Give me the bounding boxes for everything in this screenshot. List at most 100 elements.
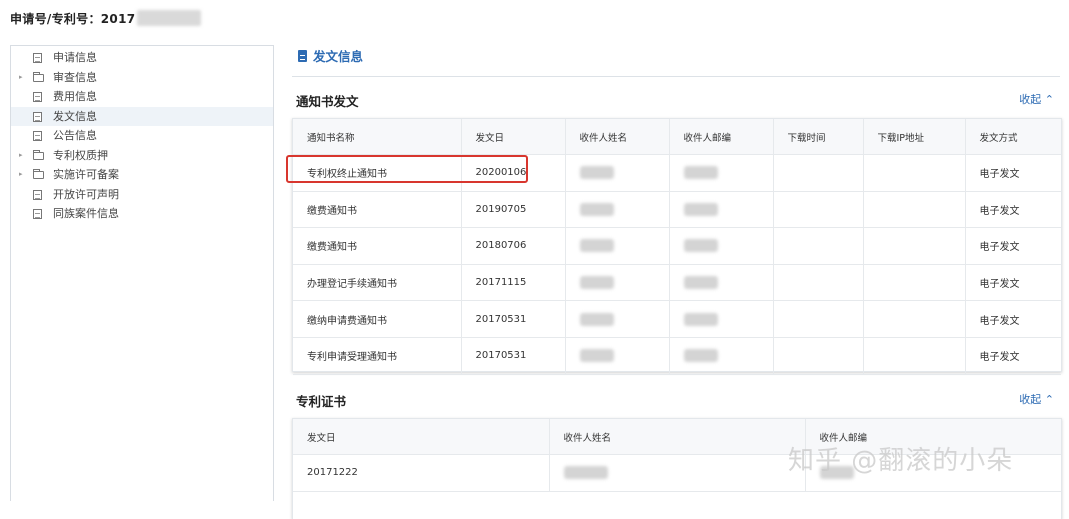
notice-date: 20170531 [461,300,566,338]
download-ip-cell [863,264,966,302]
recipient-zip-cell [669,191,774,229]
download-ip-cell [863,154,966,192]
recipient-zip-cell [669,264,774,302]
expand-caret-icon[interactable]: ▸ [19,146,23,166]
sidebar-item-fee-info[interactable]: 费用信息 [11,87,273,107]
dispatch-method: 电子发文 [965,264,1061,302]
table-row: 缴费通知书 20180706 电子发文 [293,227,1061,265]
document-icon [33,53,42,63]
notice-name[interactable]: 缴纳申请费通知书 [293,300,462,338]
expand-caret-icon[interactable]: ▸ [19,68,23,88]
notice-name[interactable]: 缴费通知书 [293,191,462,229]
recipient-zip-cell [669,300,774,338]
expand-caret-icon[interactable]: ▸ [19,165,23,185]
recipient-name-cell [565,154,670,192]
recipient-name-cell [565,264,670,302]
document-icon [33,92,42,102]
notice-date: 20170531 [461,337,566,375]
table-row: 专利权终止通知书 20200106 电子发文 [293,154,1061,192]
sidebar-item-patent-pledge[interactable]: ▸ 专利权质押 [11,146,273,166]
folder-icon [33,169,44,179]
sidebar-item-dispatch-info[interactable]: 发文信息 [11,106,273,126]
download-time-cell [773,191,864,229]
sidebar-item-announcement-info[interactable]: 公告信息 [11,126,273,146]
sidebar-item-label: 同族案件信息 [53,207,119,220]
column-header: 下载IP地址 [863,119,966,155]
redacted-zip [683,276,718,290]
document-icon [298,49,307,62]
column-header: 下载时间 [773,119,864,155]
sidebar-item-label: 开放许可声明 [53,187,119,201]
document-icon [33,131,42,141]
redacted-name [579,349,614,363]
table-row: 缴纳申请费通知书 20170531 电子发文 [293,300,1061,338]
sidebar-item-examination-info[interactable]: ▸ 审查信息 [11,68,273,88]
notices-table-card: 通知书名称 发文日 收件人姓名 收件人邮编 下载时间 下载IP地址 发文方式 专… [292,118,1062,375]
certificate-collapse-button[interactable]: 收起 ⌃ [1019,391,1054,407]
column-header: 通知书名称 [293,119,462,155]
notice-name[interactable]: 专利申请受理通知书 [293,337,462,375]
download-time-cell [773,300,864,338]
document-icon [33,189,42,200]
redacted-name [579,276,614,290]
recipient-zip-cell [669,227,774,265]
column-header: 发文日 [293,419,550,455]
table-header-row: 通知书名称 发文日 收件人姓名 收件人邮编 下载时间 下载IP地址 发文方式 [293,119,1061,155]
table-row: 办理登记手续通知书 20171115 电子发文 [293,264,1061,302]
sidebar-tree: 申请信息 ▸ 审查信息 费用信息 发文信息 公告信息 ▸ 专利权质押 ▸ 实施许… [10,45,274,501]
redacted-zip [683,239,718,253]
redacted-zip [683,312,718,326]
document-icon [33,111,42,122]
notice-date: 20180706 [461,227,566,265]
dispatch-method: 电子发文 [965,227,1061,265]
redacted-name [579,202,614,216]
notice-name[interactable]: 专利权终止通知书 [293,154,462,192]
redacted-zip [683,166,718,180]
column-header: 发文日 [461,119,566,155]
notices-table: 通知书名称 发文日 收件人姓名 收件人邮编 下载时间 下载IP地址 发文方式 专… [293,119,1061,375]
dispatch-method: 电子发文 [965,191,1061,229]
recipient-name-cell [565,191,670,229]
download-ip-cell [863,227,966,265]
divider [292,76,1060,77]
notice-date: 20200106 [461,154,566,192]
download-time-cell [773,154,864,192]
dispatch-method: 电子发文 [965,337,1061,375]
sidebar-item-open-license[interactable]: 开放许可声明 [11,185,273,205]
sidebar-item-label: 公告信息 [53,129,97,142]
folder-icon [33,71,44,82]
recipient-zip-cell [669,154,774,192]
notice-name[interactable]: 办理登记手续通知书 [293,264,462,302]
download-ip-cell [863,191,966,229]
column-header: 收件人姓名 [565,119,670,155]
download-ip-cell [863,300,966,338]
recipient-name-cell [565,300,670,338]
download-ip-cell [863,337,966,375]
table-row: 缴费通知书 20190705 电子发文 [293,191,1061,229]
recipient-name-cell [565,337,670,375]
dispatch-method: 电子发文 [965,300,1061,338]
sidebar-item-label: 发文信息 [53,109,97,123]
notices-collapse-button[interactable]: 收起 ⌃ [1019,91,1054,107]
column-header: 收件人邮编 [669,119,774,155]
sidebar-item-label: 申请信息 [53,51,97,64]
download-time-cell [773,337,864,375]
redacted-name [579,166,614,180]
redacted-zip [683,202,718,216]
folder-icon [33,149,44,160]
redacted-name [563,466,608,480]
notice-name[interactable]: 缴费通知书 [293,227,462,265]
sidebar-item-license-filing[interactable]: ▸ 实施许可备案 [11,165,273,185]
notices-section-title: 通知书发文 [296,94,359,109]
download-time-cell [773,264,864,302]
watermark: 知乎 @翻滚的小朵 [788,446,1014,476]
table-row: 专利申请受理通知书 20170531 电子发文 [293,337,1061,375]
sidebar-item-application-info[interactable]: 申请信息 [11,48,273,68]
column-header: 收件人姓名 [549,419,806,455]
sidebar-item-label: 专利权质押 [53,148,108,162]
page-title: 发文信息 [298,46,363,65]
redacted-number [137,10,202,26]
certificate-section-title: 专利证书 [296,394,347,409]
notice-date: 20190705 [461,191,566,229]
sidebar-item-family-cases[interactable]: 同族案件信息 [11,204,273,224]
